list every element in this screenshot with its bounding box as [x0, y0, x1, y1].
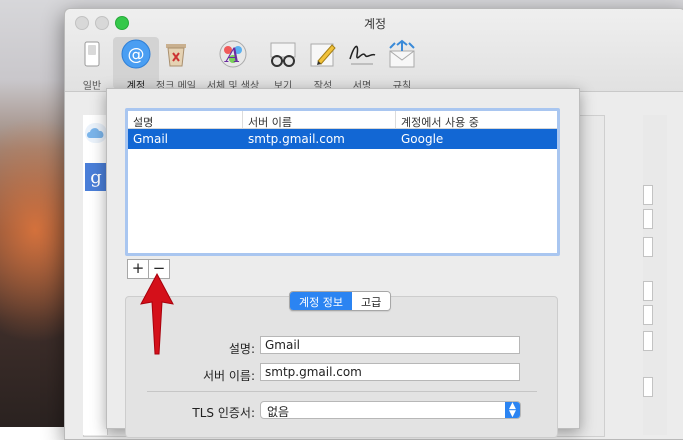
- hidden-field: [643, 237, 653, 257]
- cell-description: Gmail: [133, 132, 169, 146]
- hidden-field: [643, 281, 653, 301]
- chevron-updown-icon: ▲ ▼: [505, 402, 520, 419]
- hidden-field: [643, 209, 653, 229]
- table-row[interactable]: Gmail smtp.gmail.com Google: [128, 129, 557, 149]
- toolbar-signatures[interactable]: 서명: [341, 37, 383, 92]
- form-divider: [147, 391, 537, 392]
- toolbar-general[interactable]: 일반: [69, 37, 115, 92]
- signature-icon: [349, 45, 376, 65]
- hidden-field: [643, 185, 653, 205]
- fonts-colors-icon: A: [219, 40, 247, 68]
- svg-text:A: A: [224, 43, 240, 67]
- tab-advanced[interactable]: 고급: [351, 292, 391, 310]
- hidden-field: [643, 377, 653, 397]
- toolbar-rules[interactable]: 규칙: [381, 37, 423, 92]
- accounts-list: g: [83, 115, 108, 435]
- at-sign-icon: @: [121, 39, 151, 69]
- settings-tab-control: 계정 정보 고급: [289, 291, 392, 311]
- svg-text:@: @: [128, 45, 145, 65]
- tls-certificate-select[interactable]: 없음 ▲ ▼: [260, 401, 521, 419]
- window-title: 계정: [363, 17, 387, 31]
- table-header: 설명 서버 이름 계정에서 사용 중: [128, 111, 557, 129]
- hidden-field: [643, 331, 653, 351]
- glasses-icon: [270, 42, 296, 67]
- compose-pencil-icon: [310, 43, 336, 67]
- cell-in-use-by: Google: [401, 132, 444, 146]
- svg-text:g: g: [90, 167, 102, 188]
- tab-account-info[interactable]: 계정 정보: [290, 292, 352, 310]
- icloud-account-icon[interactable]: [85, 123, 107, 143]
- hidden-field: [643, 305, 653, 325]
- tls-certificate-value: 없음: [267, 405, 290, 419]
- smtp-server-list-sheet: 설명 서버 이름 계정에서 사용 중 Gmail smtp.gmail.com …: [106, 88, 580, 438]
- column-header-in-use[interactable]: 계정에서 사용 중: [396, 111, 557, 129]
- tls-certificate-label: TLS 인증서:: [192, 406, 255, 420]
- description-field[interactable]: Gmail: [260, 336, 520, 354]
- toolbar-viewing[interactable]: 보기: [263, 37, 303, 92]
- column-header-server-name[interactable]: 서버 이름: [243, 111, 396, 129]
- toolbar-fonts-colors[interactable]: A 서체 및 색상: [201, 37, 265, 92]
- red-pointer-arrow-icon: [140, 272, 174, 355]
- switch-icon: [84, 41, 100, 67]
- trash-junk-icon: [166, 44, 186, 67]
- window-titlebar: 계정 일반 @ 계정 정크 메일 A 서체 및 색상 보기 작성 서명 규칙: [65, 9, 683, 92]
- column-header-description[interactable]: 설명: [128, 111, 243, 129]
- toolbar-composing[interactable]: 작성: [303, 37, 343, 92]
- rules-envelope-icon: [389, 39, 415, 68]
- server-name-field[interactable]: smtp.gmail.com: [260, 363, 520, 381]
- server-name-label: 서버 이름:: [202, 369, 255, 383]
- toolbar-junk-mail[interactable]: 정크 메일: [151, 37, 201, 92]
- google-account-icon[interactable]: g: [85, 163, 107, 191]
- smtp-server-table[interactable]: 설명 서버 이름 계정에서 사용 중 Gmail smtp.gmail.com …: [125, 108, 560, 256]
- cell-server-name: smtp.gmail.com: [248, 132, 345, 146]
